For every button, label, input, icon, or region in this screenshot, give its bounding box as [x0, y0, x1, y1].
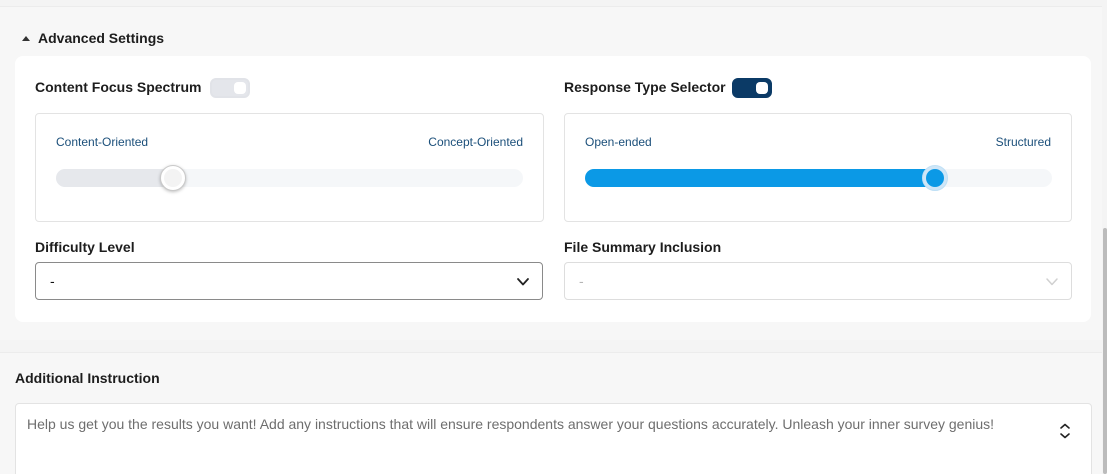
- additional-instruction-label: Additional Instruction: [15, 370, 160, 386]
- response-type-slider-box: Open-ended Structured: [564, 113, 1072, 222]
- toggle-knob: [234, 82, 246, 94]
- additional-instruction-input[interactable]: Help us get you the results you want! Ad…: [15, 403, 1092, 474]
- file-summary-value: -: [579, 273, 584, 289]
- difficulty-label: Difficulty Level: [35, 239, 135, 255]
- advanced-settings-card: Content Focus Spectrum Content-Oriented …: [15, 56, 1091, 322]
- slider-thumb[interactable]: [160, 165, 186, 191]
- difficulty-value: -: [50, 273, 55, 289]
- file-summary-label: File Summary Inclusion: [564, 239, 722, 255]
- advanced-settings-toggle[interactable]: Advanced Settings: [22, 29, 164, 47]
- response-type-min-label: Open-ended: [585, 135, 652, 149]
- content-focus-slider-box: Content-Oriented Concept-Oriented: [35, 113, 544, 222]
- content-focus-max-label: Concept-Oriented: [428, 135, 523, 149]
- caret-up-icon: [22, 35, 30, 41]
- chevron-down-icon: [517, 278, 529, 286]
- slider-fill: [56, 169, 173, 187]
- difficulty-select[interactable]: -: [35, 262, 543, 300]
- chevron-down-icon: [1046, 278, 1058, 286]
- content-focus-toggle[interactable]: [210, 78, 250, 98]
- content-focus-label: Content Focus Spectrum: [35, 79, 202, 95]
- toggle-knob: [756, 82, 768, 94]
- expand-vertical-icon[interactable]: [1059, 423, 1071, 439]
- response-type-max-label: Structured: [995, 135, 1051, 149]
- response-type-slider[interactable]: [585, 165, 1052, 191]
- additional-instruction-section: Additional Instruction Help us get you t…: [0, 352, 1102, 474]
- slider-fill: [585, 169, 935, 187]
- slider-thumb[interactable]: [922, 165, 948, 191]
- content-focus-min-label: Content-Oriented: [56, 135, 149, 149]
- response-type-toggle[interactable]: [732, 78, 772, 98]
- content-focus-slider[interactable]: [56, 165, 523, 191]
- page-scrollbar[interactable]: [1103, 228, 1107, 474]
- file-summary-select[interactable]: -: [564, 262, 1072, 300]
- response-type-label: Response Type Selector: [564, 79, 726, 95]
- advanced-settings-title: Advanced Settings: [38, 30, 165, 46]
- additional-instruction-placeholder: Help us get you the results you want! Ad…: [27, 416, 995, 432]
